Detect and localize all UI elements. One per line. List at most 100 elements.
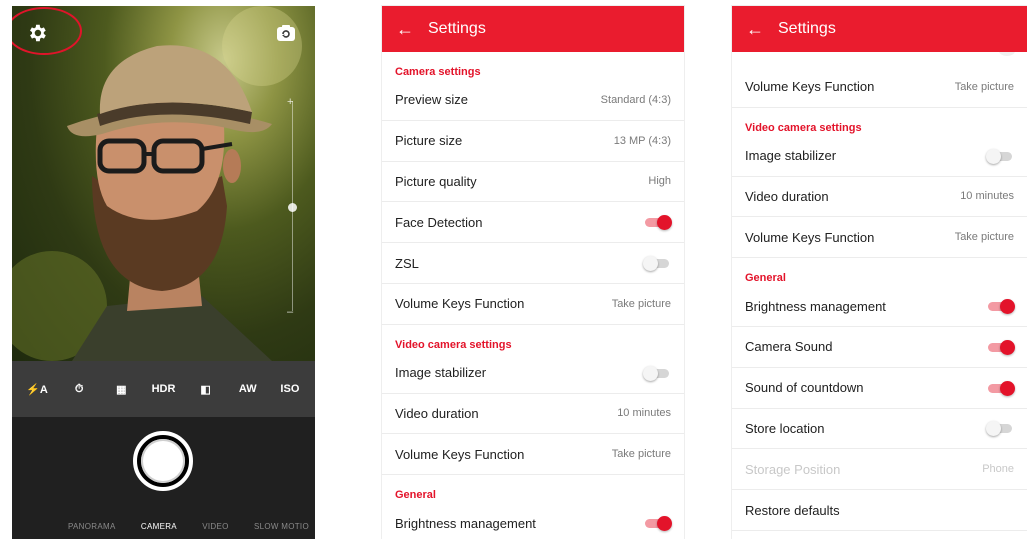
toggle-thumb: [643, 365, 658, 381]
grid-icon[interactable]: ▦: [108, 376, 134, 402]
toggle-thumb: [986, 148, 1001, 164]
settings-screen-top: ← Settings Camera settings Preview size St…: [382, 6, 684, 539]
auto-white-icon[interactable]: AW: [235, 376, 261, 402]
flash-auto-icon[interactable]: ⚡A: [24, 376, 50, 402]
setting-row-camera-sound[interactable]: Camera Sound: [732, 327, 1027, 368]
zoom-slider-handle[interactable]: [288, 203, 297, 212]
setting-label: Camera Sound: [745, 339, 833, 355]
setting-label: Brightness management: [745, 298, 886, 314]
setting-label: Store location: [745, 420, 825, 436]
setting-value: Standard (4:3): [600, 93, 671, 106]
setting-label: Video duration: [745, 188, 829, 204]
section-header: General: [745, 272, 786, 285]
gear-icon[interactable]: [26, 22, 48, 44]
back-arrow-icon[interactable]: ←: [382, 19, 428, 40]
app-bar: ← Settings: [382, 6, 684, 52]
toggle-switch[interactable]: [986, 299, 1015, 315]
setting-label: Image stabilizer: [745, 148, 837, 164]
section-header: Camera settings: [395, 66, 481, 78]
toggle-thumb: [643, 256, 658, 272]
toggle-switch[interactable]: [986, 380, 1015, 396]
toggle-switch[interactable]: [986, 148, 1014, 164]
setting-value: 10 minutes: [617, 407, 671, 420]
toggle-thumb: [657, 516, 672, 532]
toggle-thumb: [986, 421, 1001, 437]
camera-toolbar: ⚡A ⏱ ▦ HDR ◧ AW ISO: [12, 361, 315, 417]
settings-list: Camera settings Preview size Standard (4:3…: [382, 52, 684, 539]
setting-label: Restore defaults: [745, 502, 840, 518]
page-title: Settings: [428, 20, 486, 37]
switch-camera-icon[interactable]: [276, 24, 296, 42]
setting-label: Video duration: [395, 405, 479, 421]
setting-value: 10 minutes: [960, 190, 1014, 203]
mode-panorama[interactable]: PANORAMA: [68, 522, 116, 531]
setting-label: Image stabilizer: [395, 365, 487, 381]
setting-label: ZSL: [395, 255, 419, 271]
setting-label: Volume Keys Function: [395, 446, 525, 462]
mode-camera[interactable]: CAMERA: [141, 522, 177, 531]
setting-value: Phone: [982, 463, 1014, 476]
back-arrow-icon[interactable]: ←: [732, 19, 778, 40]
page-title: Settings: [778, 20, 836, 37]
hdr-icon[interactable]: HDR: [150, 376, 176, 402]
toggle-switch[interactable]: [643, 365, 671, 381]
setting-label: Volume Keys Function: [395, 296, 525, 312]
setting-row-video-duration[interactable]: Video duration 10 minutes: [732, 177, 1027, 218]
setting-row-volume-keys-function[interactable]: Volume Keys Function Take picture: [382, 284, 684, 325]
setting-value: High: [648, 175, 671, 188]
setting-label: Brightness management: [395, 515, 536, 531]
mode-slow-motio[interactable]: SLOW MOTIO: [254, 522, 309, 531]
zoom-in-icon: +: [287, 96, 294, 108]
setting-row-volume-keys-function[interactable]: Volume Keys Function Take picture: [732, 67, 1027, 108]
setting-row-storage-position: Storage Position Phone: [732, 449, 1027, 491]
iso-auto-icon[interactable]: ISO: [277, 376, 303, 402]
setting-label: Volume Keys Function: [745, 79, 875, 95]
setting-row-image-stabilizer[interactable]: Image stabilizer: [382, 353, 684, 394]
toggle-thumb: [657, 215, 672, 231]
setting-row-brightness-management[interactable]: Brightness management: [732, 286, 1027, 327]
shutter-button[interactable]: [133, 431, 193, 491]
camera-screen: + – ⚡A ⏱ ▦ HDR ◧ AW ISO PANORAMA CAMERA VIDEO SLO…: [12, 6, 315, 539]
setting-label: Preview size: [395, 92, 468, 108]
setting-value: Take picture: [954, 231, 1014, 244]
setting-row-sound-of-countdown[interactable]: Sound of countdown: [732, 368, 1027, 409]
mode-selector: PANORAMA CAMERA VIDEO SLOW MOTIO: [12, 522, 315, 531]
setting-row-store-location[interactable]: Store location: [732, 409, 1027, 450]
toggle-thumb: [1000, 380, 1015, 396]
mode-video[interactable]: VIDEO: [202, 522, 228, 531]
toggle-switch[interactable]: [643, 215, 672, 231]
toggle-switch[interactable]: [986, 421, 1014, 437]
toggle-switch[interactable]: [643, 516, 672, 532]
setting-row-volume-keys-function[interactable]: Volume Keys Function Take picture: [732, 217, 1027, 259]
settings-list: Volume Keys Function Take picture Video ca…: [732, 67, 1027, 531]
setting-label: Storage Position: [745, 461, 841, 477]
toggle-thumb: [1000, 299, 1015, 315]
setting-row-video-duration[interactable]: Video duration 10 minutes: [382, 394, 684, 435]
app-bar: ← Settings: [732, 6, 1027, 52]
setting-row-brightness-management[interactable]: Brightness management: [382, 503, 684, 539]
setting-value: 13 MP (4:3): [613, 134, 671, 147]
setting-value: Take picture: [611, 297, 671, 310]
timer-icon[interactable]: ⏱: [66, 376, 92, 402]
setting-label: Picture quality: [395, 173, 477, 189]
camera-top-bar: [12, 6, 315, 62]
settings-screen-scrolled: ← Settings Volume Keys Function Take pict…: [732, 6, 1027, 539]
setting-row-picture-size[interactable]: Picture size 13 MP (4:3): [382, 121, 684, 162]
setting-label: Picture size: [395, 133, 463, 149]
setting-row-restore-defaults[interactable]: Restore defaults: [732, 490, 1027, 531]
setting-label: Sound of countdown: [745, 380, 864, 396]
viewfinder[interactable]: + –: [12, 6, 315, 361]
toggle-thumb: [1000, 339, 1015, 355]
section-header: Video camera settings: [745, 121, 862, 134]
camera-bottom-bar: PANORAMA CAMERA VIDEO SLOW MOTIO: [12, 417, 315, 539]
zoom-out-icon: –: [287, 306, 294, 318]
white-balance-icon[interactable]: ◧: [193, 376, 219, 402]
setting-row-picture-quality[interactable]: Picture quality High: [382, 162, 684, 203]
setting-row-volume-keys-function[interactable]: Volume Keys Function Take picture: [382, 434, 684, 476]
setting-row-zsl[interactable]: ZSL: [382, 243, 684, 284]
setting-row-image-stabilizer[interactable]: Image stabilizer: [732, 136, 1027, 177]
toggle-switch[interactable]: [986, 339, 1015, 355]
toggle-switch[interactable]: [643, 256, 671, 272]
setting-row-preview-size[interactable]: Preview size Standard (4:3): [382, 80, 684, 121]
setting-row-face-detection[interactable]: Face Detection: [382, 202, 684, 244]
